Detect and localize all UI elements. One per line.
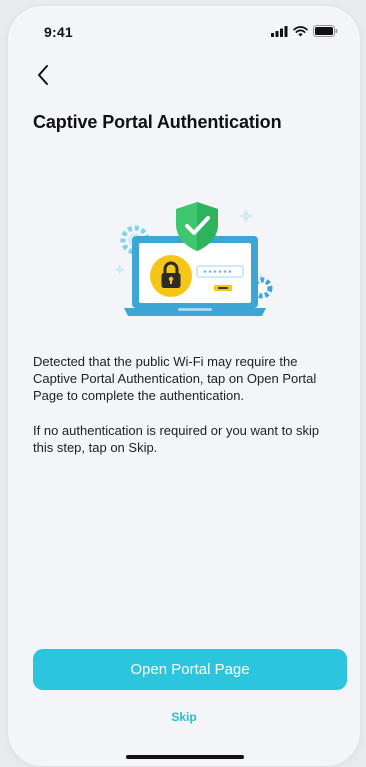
gear-icon xyxy=(251,277,273,299)
status-icons xyxy=(271,24,338,42)
status-time: 9:41 xyxy=(44,24,73,40)
padlock-icon xyxy=(150,255,192,297)
skip-link[interactable]: Skip xyxy=(8,710,360,724)
wifi-icon xyxy=(293,24,308,42)
phone-screen: 9:41 Captive Portal Authentication Detec… xyxy=(8,6,360,766)
status-bar: 9:41 xyxy=(8,6,360,50)
open-portal-button[interactable]: Open Portal Page xyxy=(33,649,347,690)
back-button[interactable] xyxy=(30,62,56,88)
description-skip: If no authentication is required or you … xyxy=(33,423,320,455)
home-indicator xyxy=(126,755,244,759)
signal-icon xyxy=(271,24,288,42)
page-title: Captive Portal Authentication xyxy=(33,112,282,132)
battery-icon xyxy=(313,24,338,42)
description-detected: Detected that the public Wi-Fi may requi… xyxy=(33,354,317,403)
chevron-left-icon xyxy=(38,65,48,85)
portal-illustration xyxy=(104,196,274,321)
